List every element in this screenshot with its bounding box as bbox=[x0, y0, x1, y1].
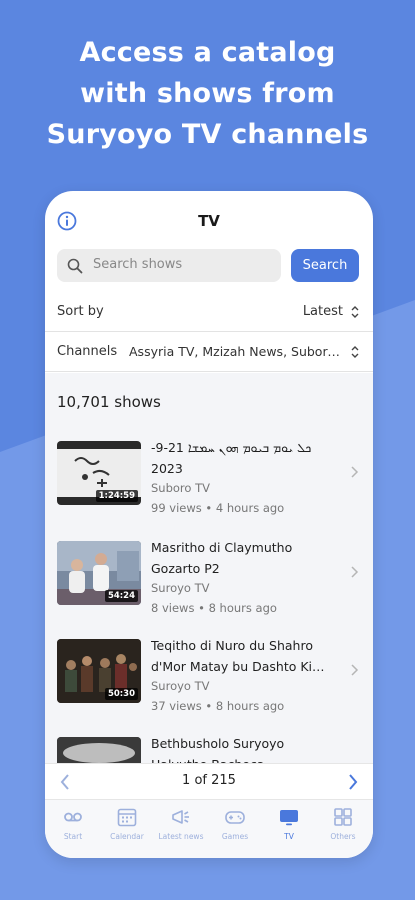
thumbnail: 1:24:59 bbox=[57, 441, 141, 505]
item-channel: Suroyo TV bbox=[151, 679, 210, 693]
item-meta: 37 views • 8 hours ago bbox=[151, 696, 331, 716]
cassette-icon bbox=[64, 812, 82, 822]
page-title: TV bbox=[198, 212, 220, 230]
gamepad-icon bbox=[225, 811, 245, 824]
tab-others[interactable]: Others bbox=[315, 806, 371, 850]
tab-label: Calendar bbox=[110, 832, 144, 841]
search-row: Search shows Search bbox=[57, 249, 359, 283]
search-placeholder: Search shows bbox=[93, 257, 183, 272]
promo-headline: Access a catalog with shows from Suryoyo… bbox=[0, 32, 415, 155]
tab-calendar[interactable]: Calendar bbox=[99, 806, 155, 850]
chevron-up-down-icon bbox=[351, 306, 359, 318]
pagination-bar: 1 of 215 bbox=[45, 763, 373, 799]
tab-tv[interactable]: TV bbox=[261, 806, 317, 850]
item-age: 8 hours ago bbox=[208, 601, 277, 615]
item-views: 8 views bbox=[151, 601, 195, 615]
item-views: 99 views bbox=[151, 501, 202, 515]
channels-label: Channels bbox=[57, 344, 118, 359]
chevron-right-icon[interactable] bbox=[347, 773, 359, 791]
sort-value: Latest bbox=[302, 304, 343, 319]
top-bar: TV bbox=[45, 191, 373, 247]
item-age: 8 hours ago bbox=[215, 699, 285, 713]
list-item[interactable]: Bethbusholo Suryoyo Halvutho Bachoca bbox=[45, 736, 373, 763]
tab-label: Others bbox=[330, 832, 356, 841]
tab-latest-news[interactable]: Latest news bbox=[153, 806, 209, 850]
item-meta: 8 views • 8 hours ago bbox=[151, 598, 331, 618]
channels-row[interactable]: Channels Assyria TV, Mzizah News, Suboro… bbox=[45, 332, 373, 372]
show-count: 10,701 shows bbox=[57, 393, 161, 411]
list-item[interactable]: 54:24 Masritho di Claymutho Gozarto P2 S… bbox=[45, 540, 373, 639]
megaphone-icon bbox=[172, 810, 189, 824]
sort-label: Sort by bbox=[57, 304, 104, 319]
search-icon bbox=[67, 258, 83, 274]
channels-value: Assyria TV, Mzizah News, Suboro TV bbox=[129, 344, 341, 359]
tab-start[interactable]: Start bbox=[45, 806, 101, 850]
meta-separator: • bbox=[205, 501, 213, 515]
duration-badge: 50:30 bbox=[104, 688, 138, 700]
tv-icon bbox=[280, 810, 298, 826]
search-button[interactable]: Search bbox=[291, 249, 359, 282]
chevron-up-down-icon bbox=[351, 346, 359, 358]
tab-label: Games bbox=[221, 832, 249, 841]
duration-badge: 1:24:59 bbox=[95, 490, 138, 502]
grid-icon bbox=[334, 808, 352, 826]
headline-line-2: with shows from bbox=[80, 78, 335, 109]
item-views: 37 views bbox=[151, 699, 202, 713]
tab-label: Latest news bbox=[158, 832, 204, 841]
thumbnail bbox=[57, 737, 141, 763]
item-channel: Suboro TV bbox=[151, 481, 210, 495]
list-item[interactable]: 50:30 Teqitho di Nuro du Shahro d'Mor Ma… bbox=[45, 638, 373, 737]
item-title: Bethbusholo Suryoyo Halvutho Bachoca bbox=[151, 736, 285, 763]
meta-separator: • bbox=[205, 699, 213, 713]
tab-label: TV bbox=[284, 832, 294, 841]
show-list: 10,701 shows 1:24:59 ܟܠ ܝܘܡ ܒܝܘܡ ܗܘܢ ܚܡܫ… bbox=[45, 373, 373, 763]
headline-line-3: Suryoyo TV channels bbox=[46, 119, 369, 150]
calendar-icon bbox=[117, 808, 137, 827]
item-meta: 99 views • 4 hours ago bbox=[151, 498, 331, 518]
item-title: Teqitho di Nuro du Shahro d'Mor Matay bu… bbox=[151, 638, 324, 674]
bottom-tab-bar: Start Calendar Latest news Games TV Othe… bbox=[45, 799, 373, 858]
item-title: ܟܠ ܝܘܡ ܒܝܘܡ ܗܘܢ ܚܡܫܐ 21-9-2023 bbox=[151, 440, 312, 476]
chevron-right-icon bbox=[351, 466, 359, 478]
list-item[interactable]: 1:24:59 ܟܠ ܝܘܡ ܒܝܘܡ ܗܘܢ ܚܡܫܐ 21-9-2023 S… bbox=[45, 440, 373, 539]
headline-line-1: Access a catalog bbox=[79, 37, 336, 68]
chevron-right-icon bbox=[351, 566, 359, 578]
chevron-right-icon bbox=[351, 664, 359, 676]
phone-screen: TV Search shows Search Sort by Latest Ch… bbox=[45, 191, 373, 858]
page-indicator: 1 of 215 bbox=[182, 773, 236, 788]
item-channel: Suroyo TV bbox=[151, 581, 210, 595]
item-age: 4 hours ago bbox=[215, 501, 285, 515]
duration-badge: 54:24 bbox=[104, 590, 138, 602]
sort-row[interactable]: Sort by Latest bbox=[45, 292, 373, 332]
meta-separator: • bbox=[198, 601, 205, 615]
thumbnail: 54:24 bbox=[57, 541, 141, 605]
thumbnail: 50:30 bbox=[57, 639, 141, 703]
tab-games[interactable]: Games bbox=[207, 806, 263, 850]
search-input[interactable]: Search shows bbox=[57, 249, 281, 282]
item-title: Masritho di Claymutho Gozarto P2 bbox=[151, 540, 293, 576]
tab-label: Start bbox=[63, 832, 83, 841]
